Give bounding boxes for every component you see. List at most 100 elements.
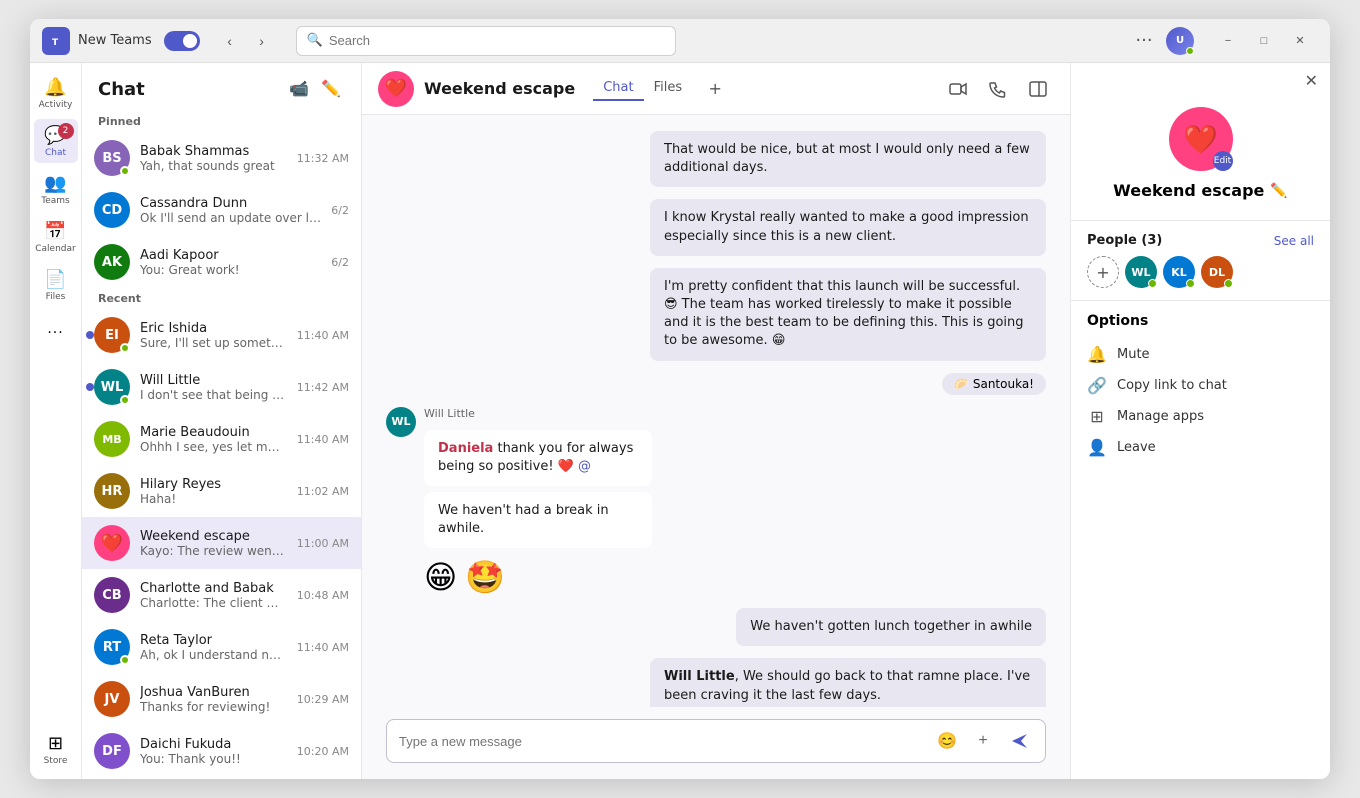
minimize-button[interactable]: −	[1210, 27, 1246, 55]
more-icon: ···	[47, 325, 63, 341]
chat-item-cassandra[interactable]: CD Cassandra Dunn Ok I'll send an update…	[82, 184, 361, 236]
close-button[interactable]: ✕	[1282, 27, 1318, 55]
search-icon: 🔍	[307, 33, 323, 48]
chat-item-marie[interactable]: MB Marie Beaudouin Ohhh I see, yes let m…	[82, 413, 361, 465]
video-call-button[interactable]	[942, 73, 974, 105]
chat-list-panel: Chat 📹 ✏️ Pinned BS Babak Shammas Yah, t…	[82, 63, 362, 779]
santouka-badge: 🥟 Santouka!	[942, 373, 1046, 395]
close-icon[interactable]: ✕	[1305, 71, 1318, 91]
app-logo: T	[42, 27, 70, 55]
people-avatars: + WL KL DL	[1087, 256, 1314, 288]
chat-item-aadi[interactable]: AK Aadi Kapoor You: Great work! 6/2	[82, 236, 361, 288]
chat-info-aadi: Aadi Kapoor You: Great work!	[140, 248, 321, 277]
option-copy-link[interactable]: 🔗 Copy link to chat	[1087, 370, 1314, 401]
chat-item-will[interactable]: WL Will Little I don't see that being an…	[82, 361, 361, 413]
chat-info-reta: Reta Taylor Ah, ok I understand now.	[140, 633, 287, 662]
tab-chat[interactable]: Chat	[593, 76, 643, 101]
chat-header-right	[942, 73, 1054, 105]
forward-button[interactable]: ›	[248, 27, 276, 55]
chat-info-weekend: Weekend escape Kayo: The review went rea…	[140, 529, 287, 558]
chat-item-eric[interactable]: EI Eric Ishida Sure, I'll set up somethi…	[82, 309, 361, 361]
add-tab-button[interactable]: +	[702, 76, 728, 102]
message-2: I know Krystal really wanted to make a g…	[650, 199, 1046, 255]
sidebar: 🔔 Activity 💬 Chat 2 👥 Teams 📅 Calendar 📄…	[30, 63, 82, 779]
avatar-marie: MB	[94, 421, 130, 457]
avatar-hilary: HR	[94, 473, 130, 509]
manage-apps-label: Manage apps	[1117, 409, 1204, 424]
title-bar-actions: ··· U	[1130, 27, 1194, 55]
right-panel: ✕ ❤️ Edit Weekend escape ✏️ People (3) S…	[1070, 63, 1330, 779]
user-avatar[interactable]: U	[1166, 27, 1194, 55]
add-person-button[interactable]: +	[1087, 256, 1119, 288]
edit-avatar-button[interactable]: Edit	[1213, 151, 1233, 171]
options-section: Options 🔔 Mute 🔗 Copy link to chat ⊞ Man…	[1071, 305, 1330, 471]
video-call-button[interactable]: 📹	[285, 75, 313, 103]
chat-info-joshua: Joshua VanBuren Thanks for reviewing!	[140, 685, 287, 714]
maximize-button[interactable]: □	[1246, 27, 1282, 55]
activity-icon: 🔔	[44, 77, 66, 98]
sidebar-item-store[interactable]: ⊞ Store	[34, 727, 78, 771]
teams-icon: 👥	[44, 173, 66, 194]
message-lunch: We haven't gotten lunch together in awhi…	[736, 608, 1046, 646]
new-teams-toggle[interactable]	[164, 31, 200, 51]
group-info: ❤️ Edit Weekend escape ✏️	[1071, 99, 1330, 216]
chat-list-header: Chat 📹 ✏️	[82, 63, 361, 111]
option-leave[interactable]: 👤 Leave	[1087, 432, 1314, 463]
chat-info-babak: Babak Shammas Yah, that sounds great	[140, 144, 287, 173]
option-mute[interactable]: 🔔 Mute	[1087, 339, 1314, 370]
chat-item-babak[interactable]: BS Babak Shammas Yah, that sounds great …	[82, 132, 361, 184]
audio-call-button[interactable]	[982, 73, 1014, 105]
search-input[interactable]	[329, 33, 665, 48]
chat-item-kadji[interactable]: KB Kadji Bell You: I like the idea, let'…	[82, 777, 361, 779]
close-panel-button[interactable]: ✕	[1071, 63, 1330, 99]
people-section-header: People (3) See all	[1087, 233, 1314, 248]
emoji-button[interactable]: 😊	[933, 727, 961, 755]
person-avatar-3: DL	[1201, 256, 1233, 288]
chat-header-actions: 📹 ✏️	[285, 75, 345, 103]
star-eyes-emoji: 🤩	[465, 558, 505, 596]
side-panel-button[interactable]	[1022, 73, 1054, 105]
chat-item-reta[interactable]: RT Reta Taylor Ah, ok I understand now. …	[82, 621, 361, 673]
unread-indicator	[86, 331, 94, 339]
chat-item-daichi[interactable]: DF Daichi Fukuda You: Thank you!! 10:20 …	[82, 725, 361, 777]
avatar-will: WL	[94, 369, 130, 405]
copy-link-label: Copy link to chat	[1117, 378, 1227, 393]
will-emoji-row: 😁 🤩	[424, 558, 804, 596]
option-manage-apps[interactable]: ⊞ Manage apps	[1087, 401, 1314, 432]
chat-info-charlotte: Charlotte and Babak Charlotte: The clien…	[140, 581, 287, 610]
chat-item-charlotte[interactable]: CB Charlotte and Babak Charlotte: The cl…	[82, 569, 361, 621]
sidebar-item-calendar[interactable]: 📅 Calendar	[34, 215, 78, 259]
search-bar[interactable]: 🔍	[296, 26, 676, 56]
manage-apps-icon: ⊞	[1087, 407, 1107, 426]
sidebar-item-files[interactable]: 📄 Files	[34, 263, 78, 307]
tab-files[interactable]: Files	[644, 76, 693, 101]
edit-name-button[interactable]: ✏️	[1270, 183, 1287, 199]
mute-icon: 🔔	[1087, 345, 1107, 364]
avatar-reta: RT	[94, 629, 130, 665]
back-button[interactable]: ‹	[216, 27, 244, 55]
see-all-button[interactable]: See all	[1274, 234, 1314, 248]
chat-info-daichi: Daichi Fukuda You: Thank you!!	[140, 737, 287, 766]
send-button[interactable]	[1005, 727, 1033, 755]
online-status	[1186, 47, 1194, 55]
copy-link-icon: 🔗	[1087, 376, 1107, 395]
new-chat-button[interactable]: ✏️	[317, 75, 345, 103]
sidebar-item-teams[interactable]: 👥 Teams	[34, 167, 78, 211]
chat-list: Pinned BS Babak Shammas Yah, that sounds…	[82, 111, 361, 779]
divider-2	[1071, 300, 1330, 301]
recent-label: Recent	[82, 288, 361, 309]
app-name: New Teams	[78, 33, 152, 48]
people-label: People (3)	[1087, 233, 1162, 248]
chat-item-hilary[interactable]: HR Hilary Reyes Haha! 11:02 AM	[82, 465, 361, 517]
message-will-group: WL Will Little Daniela thank you for alw…	[386, 407, 1046, 597]
message-input[interactable]	[399, 734, 925, 749]
sidebar-item-activity[interactable]: 🔔 Activity	[34, 71, 78, 115]
more-options-button[interactable]: ···	[1130, 27, 1158, 55]
sidebar-item-chat[interactable]: 💬 Chat 2	[34, 119, 78, 163]
attach-button[interactable]: +	[969, 727, 997, 755]
sidebar-item-more[interactable]: ···	[34, 311, 78, 355]
files-icon: 📄	[44, 269, 66, 290]
chat-item-weekend[interactable]: ❤️ Weekend escape Kayo: The review went …	[82, 517, 361, 569]
chat-item-joshua[interactable]: JV Joshua VanBuren Thanks for reviewing!…	[82, 673, 361, 725]
message-input-box[interactable]: 😊 +	[386, 719, 1046, 763]
